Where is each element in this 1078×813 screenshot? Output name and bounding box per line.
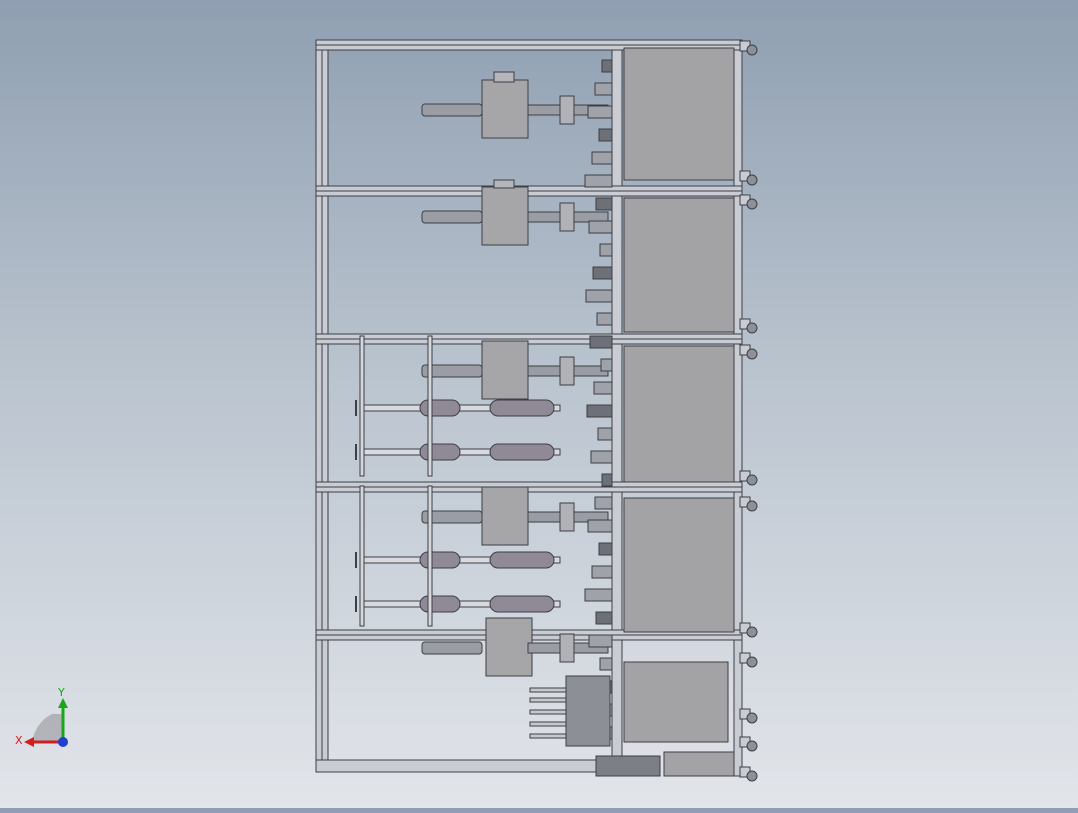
caster-wheel-2 — [746, 174, 758, 186]
motor-box-4 — [481, 486, 529, 546]
guide-rail-lower-2 — [427, 485, 433, 627]
mechanism-part-26 — [588, 634, 613, 648]
cylinder-rod-5 — [421, 641, 483, 655]
triad-x-arrow — [24, 737, 34, 747]
belt-roller-right-4 — [489, 595, 555, 613]
mechanism-part-15 — [593, 381, 613, 395]
base-cabinet — [663, 751, 735, 777]
cylinder-rod-1 — [421, 103, 483, 117]
triad-x-label: X — [15, 734, 23, 747]
caster-wheel-3 — [746, 198, 758, 210]
guide-rail-upper-1 — [359, 335, 365, 477]
tooling-pin-1 — [529, 687, 571, 693]
mechanism-part-24 — [584, 588, 613, 602]
tooling-pin-3 — [529, 709, 571, 715]
cylinder-rod-2 — [421, 210, 483, 224]
motor-handle-1 — [493, 71, 515, 83]
mechanism-part-7 — [595, 197, 613, 211]
mechanism-part-23 — [591, 565, 613, 579]
caster-wheel-11 — [746, 740, 758, 752]
mechanism-part-6 — [584, 174, 613, 188]
cabinet-panel-2 — [623, 197, 735, 333]
cabinet-panel-1 — [623, 47, 735, 181]
cad-viewport[interactable] — [0, 0, 1078, 808]
mechanism-part-19 — [601, 473, 613, 487]
tooling-block — [565, 675, 611, 747]
belt-pulley-left-3 — [419, 551, 461, 569]
mechanism-part-3 — [587, 105, 613, 119]
motor-box-2 — [481, 186, 529, 246]
mechanism-part-25 — [595, 611, 613, 625]
caster-wheel-4 — [746, 322, 758, 334]
triad-z-axis — [58, 737, 68, 747]
cabinet-panel-3 — [623, 345, 735, 483]
guide-rail-upper-2 — [427, 335, 433, 477]
mechanism-part-8 — [588, 220, 613, 234]
axis-triad: Y X — [12, 684, 82, 754]
caster-wheel-6 — [746, 474, 758, 486]
mechanism-part-18 — [590, 450, 613, 464]
mechanism-part-13 — [589, 335, 613, 349]
mechanism-part-4 — [598, 128, 613, 142]
triad-y-arrow — [58, 698, 68, 708]
motor-box-3 — [481, 340, 529, 400]
mechanism-part-22 — [598, 542, 613, 556]
motor-handle-2 — [493, 179, 515, 189]
caster-wheel-8 — [746, 626, 758, 638]
mechanism-part-20 — [594, 496, 613, 510]
caster-wheel-1 — [746, 44, 758, 56]
mechanism-part-16 — [586, 404, 613, 418]
guide-rail-lower-1 — [359, 485, 365, 627]
caster-wheel-7 — [746, 500, 758, 512]
mechanism-part-27 — [599, 657, 613, 671]
shaft-coupling-4 — [559, 502, 575, 532]
belt-roller-right-3 — [489, 551, 555, 569]
cabinet-panel-5 — [623, 661, 729, 743]
triad-plane — [32, 714, 64, 742]
mechanism-part-17 — [597, 427, 613, 441]
caster-wheel-10 — [746, 712, 758, 724]
belt-pulley-left-4 — [419, 595, 461, 613]
tooling-pin-4 — [529, 721, 571, 727]
machine-model[interactable] — [0, 0, 1078, 808]
shaft-coupling-3 — [559, 356, 575, 386]
mechanism-part-12 — [596, 312, 613, 326]
motor-box-1 — [481, 79, 529, 139]
cabinet-panel-4 — [623, 497, 735, 633]
mechanism-part-2 — [594, 82, 613, 96]
triad-y-label: Y — [58, 686, 65, 699]
mechanism-part-14 — [600, 358, 613, 372]
caster-wheel-5 — [746, 348, 758, 360]
mechanism-part-5 — [591, 151, 613, 165]
shaft-coupling-2 — [559, 202, 575, 232]
shaft-coupling-5 — [559, 633, 575, 663]
frame-right-post — [733, 39, 743, 777]
tooling-pin-5 — [529, 733, 571, 739]
mechanism-part-9 — [599, 243, 613, 257]
frame-bottom-rail — [315, 759, 617, 773]
base-bracket — [595, 755, 661, 777]
mechanism-part-21 — [587, 519, 613, 533]
mechanism-part-11 — [585, 289, 613, 303]
tooling-pin-2 — [529, 697, 571, 703]
shaft-coupling-1 — [559, 95, 575, 125]
belt-pulley-left-1 — [419, 399, 461, 417]
mechanism-part-1 — [601, 59, 613, 73]
caster-wheel-12 — [746, 770, 758, 782]
belt-roller-right-2 — [489, 443, 555, 461]
belt-pulley-left-2 — [419, 443, 461, 461]
frame-mid-post — [611, 39, 623, 771]
mechanism-part-10 — [592, 266, 613, 280]
caster-wheel-9 — [746, 656, 758, 668]
motor-box-5 — [485, 617, 533, 677]
belt-roller-right-1 — [489, 399, 555, 417]
